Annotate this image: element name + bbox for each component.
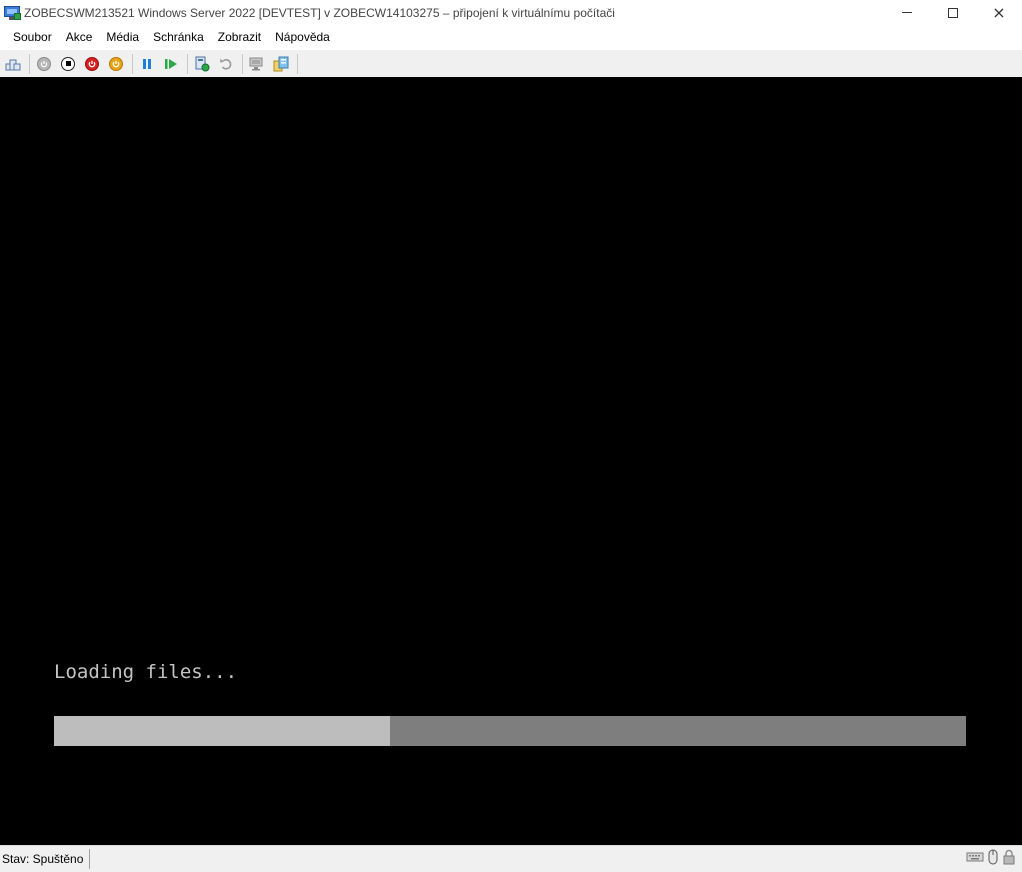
maximize-button[interactable] (930, 0, 976, 25)
revert-icon (220, 58, 232, 70)
share-icon (273, 56, 289, 71)
status-label: Stav: Spuštěno (2, 852, 84, 866)
window-controls: × (884, 0, 1022, 25)
turn-off-button[interactable] (57, 53, 79, 75)
minimize-icon (902, 12, 912, 13)
keyboard-icon (966, 852, 984, 862)
toolbar-separator (297, 53, 298, 74)
toolbar-separator (187, 53, 188, 74)
toolbar-separator (242, 53, 243, 74)
window-title: ZOBECSWM213521 Windows Server 2022 [DEVT… (24, 5, 615, 20)
status-separator (89, 849, 91, 869)
share-button[interactable] (270, 53, 292, 75)
lock-icon (1003, 849, 1015, 865)
checkpoint-button[interactable] (191, 53, 213, 75)
pause-icon (143, 58, 151, 69)
save-state-button[interactable] (105, 53, 127, 75)
ctrl-alt-del-icon (5, 59, 21, 70)
menu-bar: Soubor Akce Média Schránka Zobrazit Nápo… (0, 25, 1022, 50)
turn-off-icon (61, 56, 75, 71)
power-icon (109, 56, 123, 71)
title-bar: ZOBECSWM213521 Windows Server 2022 [DEVT… (0, 0, 1022, 25)
status-icons (966, 849, 1016, 865)
toolbar (0, 50, 1022, 77)
vm-screen[interactable]: Loading files... (0, 77, 1022, 845)
ctrl-alt-del-button[interactable] (2, 53, 24, 75)
status-bar: Stav: Spuštěno (0, 845, 1022, 872)
pause-button[interactable] (136, 53, 158, 75)
toolbar-separator (29, 53, 30, 74)
close-icon: × (992, 2, 1006, 22)
resume-button[interactable] (160, 53, 182, 75)
mouse-icon (988, 849, 998, 865)
checkpoint-icon (195, 56, 210, 71)
menu-zobrazit[interactable]: Zobrazit (211, 25, 268, 50)
enhanced-session-button[interactable] (246, 53, 268, 75)
shutdown-icon (85, 56, 99, 71)
menu-akce[interactable]: Akce (59, 25, 100, 50)
loading-message: Loading files... (54, 661, 238, 683)
enhanced-session-icon (249, 57, 263, 70)
menu-media[interactable]: Média (99, 25, 146, 50)
shutdown-button[interactable] (81, 53, 103, 75)
loading-progress-fill (54, 716, 390, 746)
toolbar-separator (132, 53, 133, 74)
start-button[interactable] (33, 53, 55, 75)
menu-schranka[interactable]: Schránka (146, 25, 211, 50)
start-icon (37, 56, 51, 71)
close-button[interactable]: × (976, 0, 1022, 25)
revert-button[interactable] (215, 53, 237, 75)
vm-connection-app-icon (4, 5, 21, 21)
minimize-button[interactable] (884, 0, 930, 25)
maximize-icon (948, 7, 958, 18)
menu-soubor[interactable]: Soubor (6, 25, 59, 50)
resume-icon (165, 58, 177, 69)
loading-progress-bar (54, 716, 966, 746)
menu-napoveda[interactable]: Nápověda (268, 25, 337, 50)
